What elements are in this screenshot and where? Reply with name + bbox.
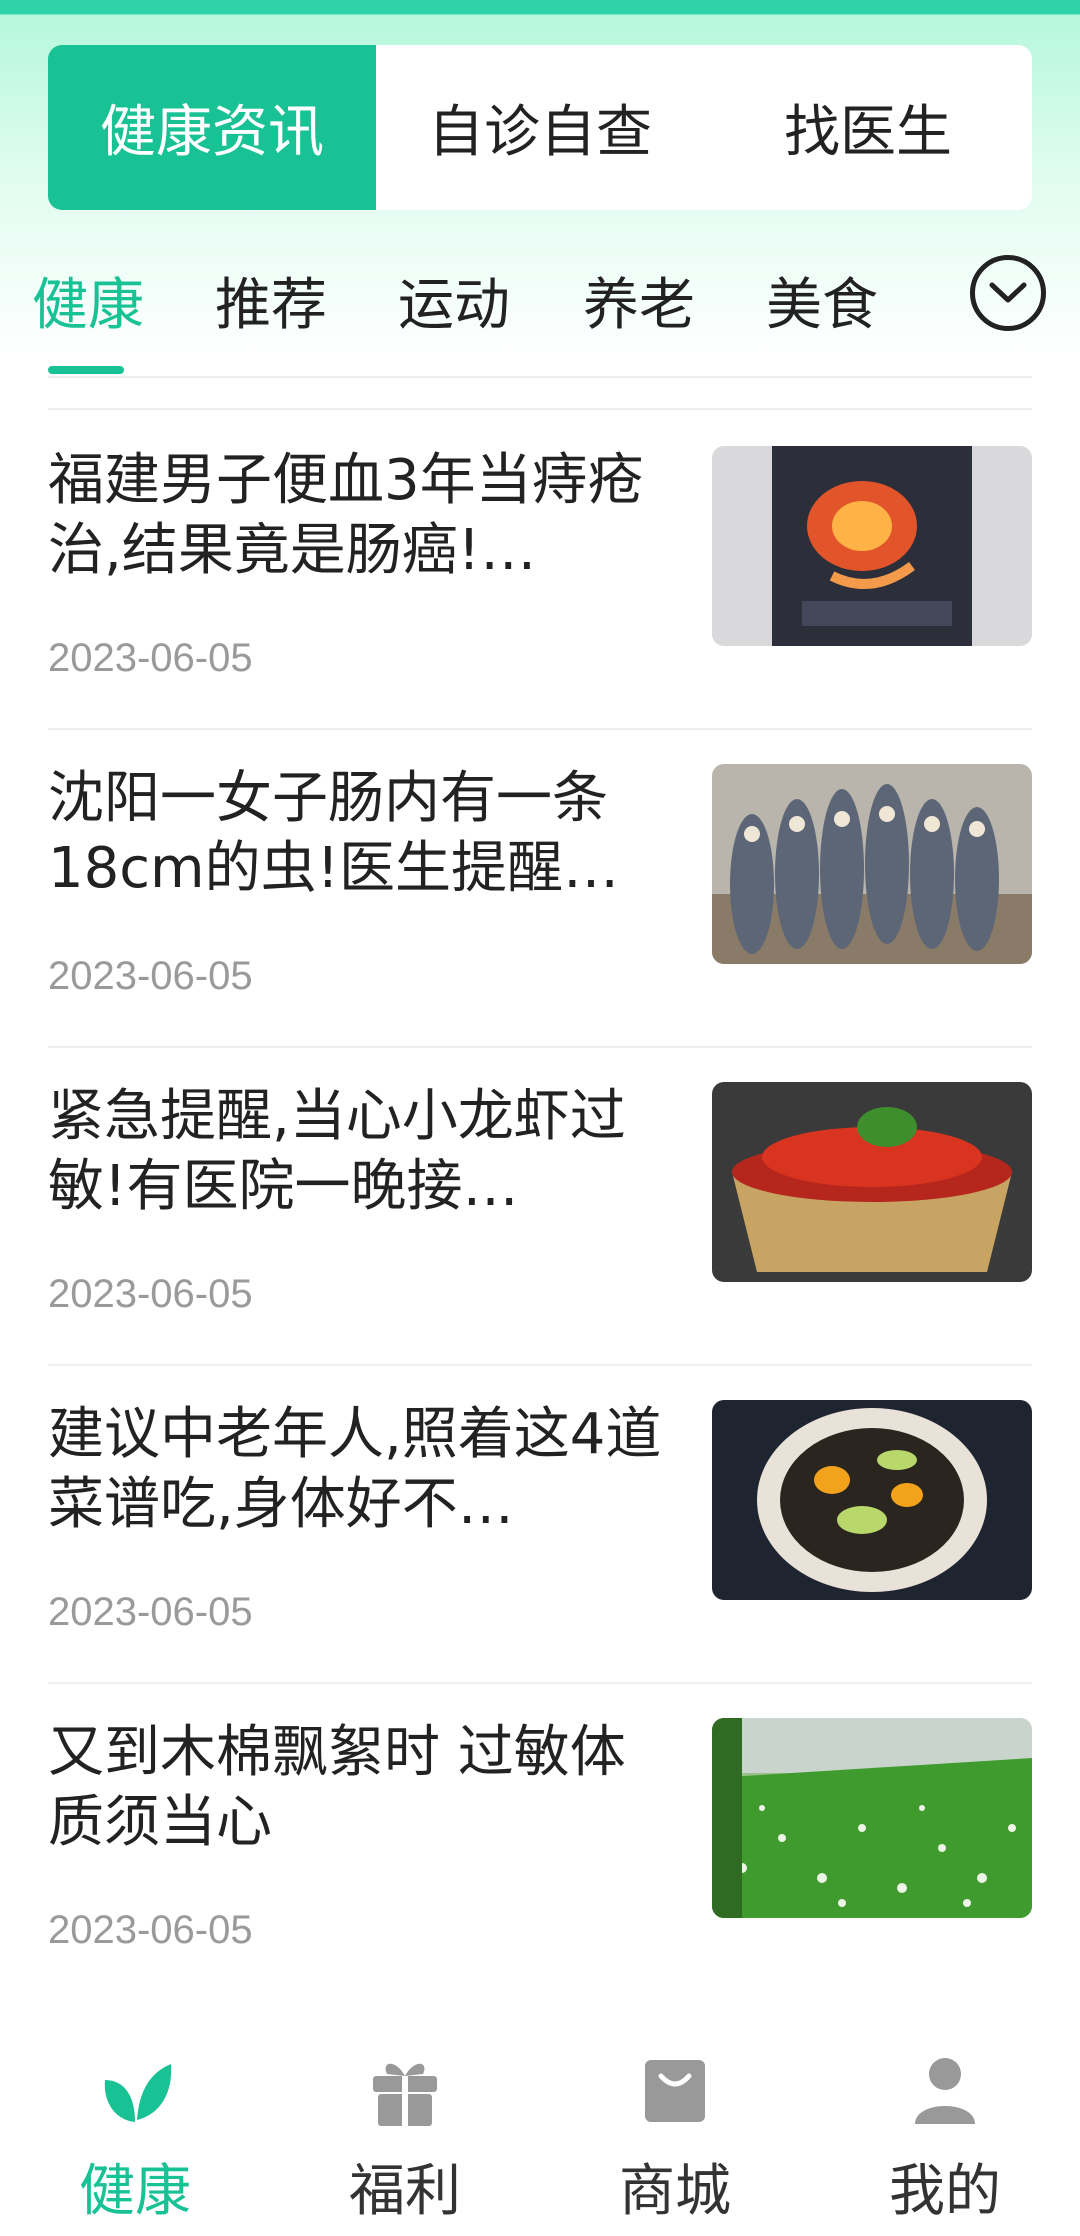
tab-label: 我的 [889,2159,1001,2224]
divider [48,408,1032,410]
divider [48,1682,1032,1684]
news-thumbnail [712,446,1032,646]
news-item[interactable]: 沈阳一女子肠内有一条18cm的虫!医生提醒… 2023-06-05 [48,764,1032,1082]
category-active-indicator [48,366,124,374]
news-item[interactable]: 福建男子便血3年当痔疮治,结果竟是肠癌!… 2023-06-05 [48,446,1032,764]
divider [48,1364,1032,1366]
news-title: 紧急提醒,当心小龙虾过敏!有医院一晚接… [48,1084,626,1219]
category-sports[interactable]: 运动 [398,260,510,341]
news-date: 2023-06-05 [48,1908,253,1952]
category-recommend[interactable]: 推荐 [215,260,327,341]
bottom-tab-bar: 健康 福利 商城 我的 [0,2010,1080,2236]
news-date: 2023-06-05 [48,636,253,680]
divider [48,376,1032,378]
news-item[interactable]: 建议中老年人,照着这4道菜谱吃,身体好不… 2023-06-05 [48,1400,1032,1718]
divider [48,1046,1032,1048]
news-title: 建议中老年人,照着这4道菜谱吃,身体好不… [48,1402,662,1537]
news-date: 2023-06-05 [48,954,253,998]
leaf-icon [104,2064,172,2122]
news-title: 沈阳一女子肠内有一条18cm的虫!医生提醒… [48,766,620,901]
category-food[interactable]: 美食 [766,260,878,341]
news-title: 福建男子便血3年当痔疮治,结果竟是肠癌!… [48,448,644,583]
news-title: 又到木棉飘絮时 过敏体质须当心 [48,1720,626,1855]
news-date: 2023-06-05 [48,1590,253,1634]
gift-icon [373,2063,437,2126]
news-date: 2023-06-05 [48,1272,253,1316]
tab-label: 商城 [619,2159,731,2224]
news-thumbnail [712,1400,1032,1600]
tab-mall[interactable]: 商城 [575,2050,775,2230]
news-item[interactable]: 又到木棉飘絮时 过敏体质须当心 2023-06-05 [48,1718,1032,2036]
divider [48,728,1032,730]
tab-mine[interactable]: 我的 [845,2050,1045,2230]
segment-self-diagnosis[interactable]: 自诊自查 [376,45,704,210]
segment-control: 健康资讯 自诊自查 找医生 [48,45,1032,210]
category-tabs: 健康 推荐 运动 养老 美食 [0,250,1080,380]
news-thumbnail [712,1082,1032,1282]
tab-health[interactable]: 健康 [35,2050,235,2230]
news-thumbnail [712,1718,1032,1918]
segment-find-doctor[interactable]: 找医生 [704,45,1032,210]
news-item[interactable]: 紧急提醒,当心小龙虾过敏!有医院一晚接… 2023-06-05 [48,1082,1032,1400]
category-elderly[interactable]: 养老 [583,260,695,341]
tab-label: 健康 [79,2159,191,2224]
segment-health-news[interactable]: 健康资讯 [48,45,376,210]
news-thumbnail [712,764,1032,964]
chevron-down-circle-icon[interactable] [970,255,1046,331]
tab-welfare[interactable]: 福利 [305,2050,505,2230]
tab-label: 福利 [349,2159,461,2224]
category-health[interactable]: 健康 [32,260,144,341]
shopping-bag-icon [645,2060,705,2122]
user-icon [915,2058,975,2124]
